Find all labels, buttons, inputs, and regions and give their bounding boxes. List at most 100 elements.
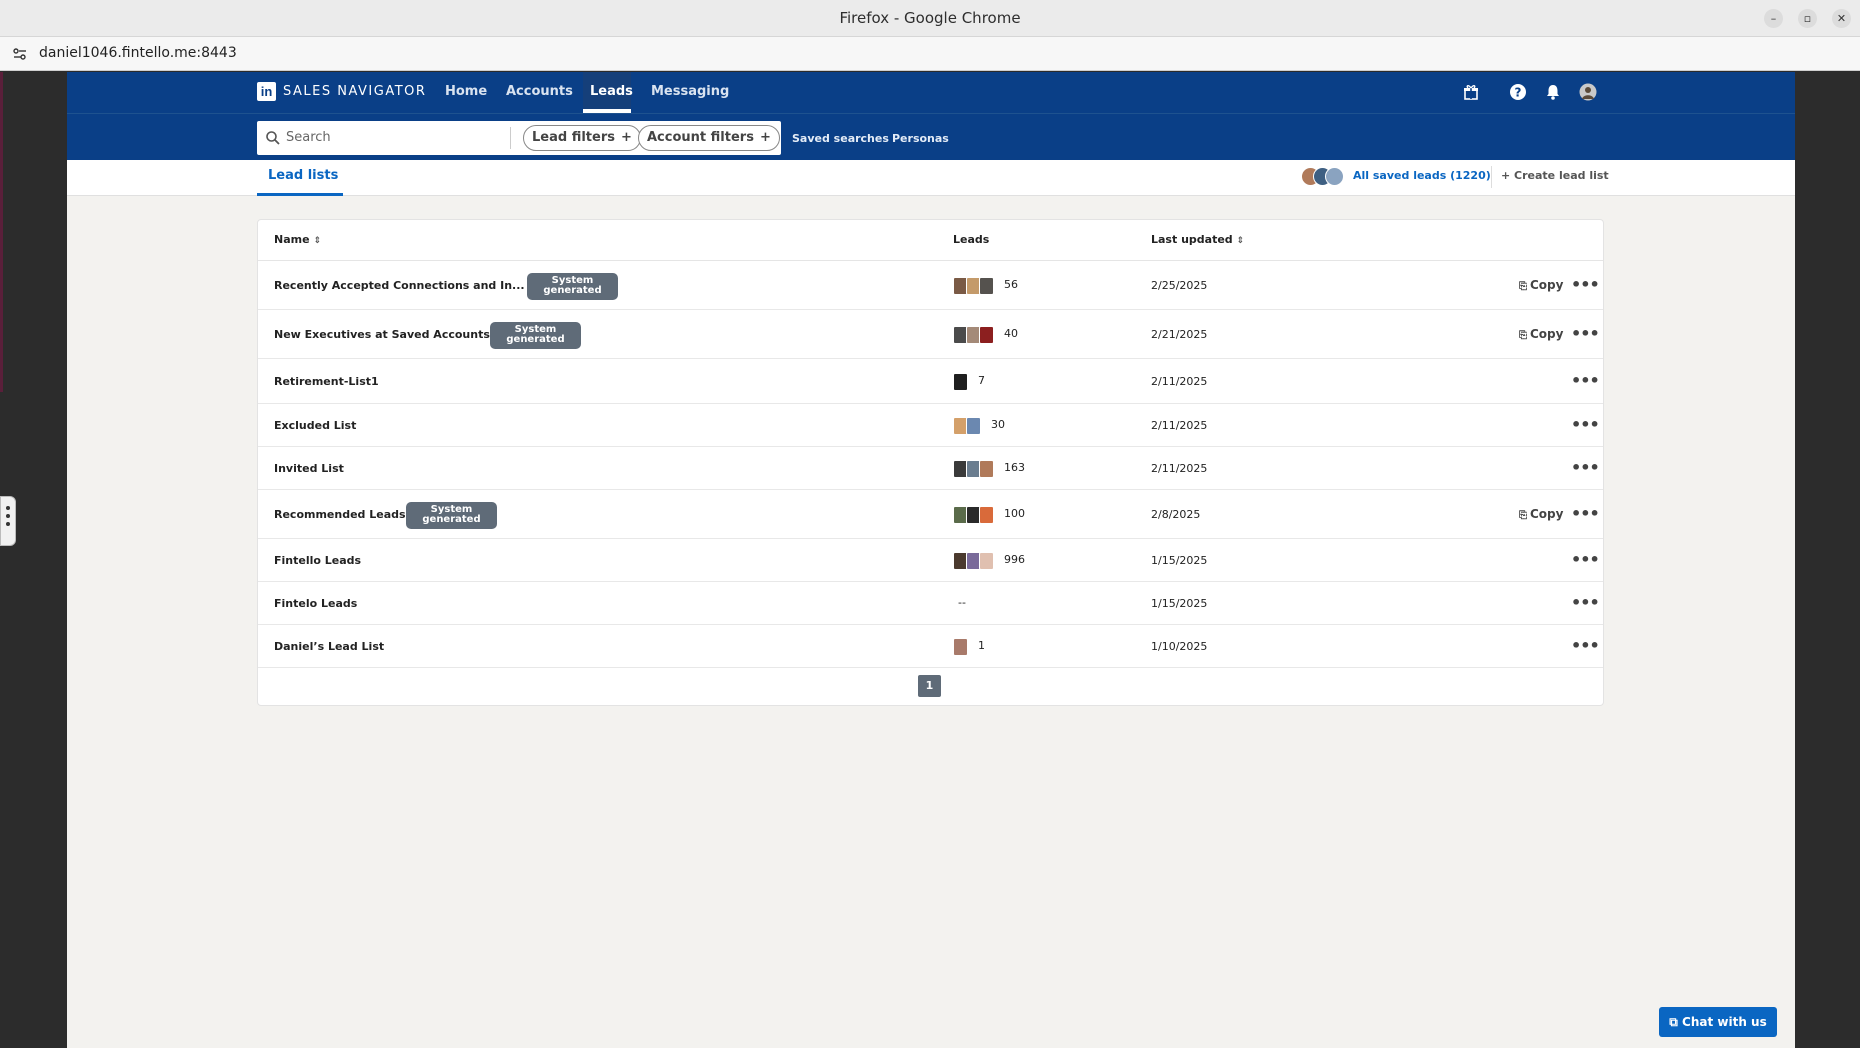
more-options-icon[interactable]: ••• bbox=[1571, 593, 1600, 612]
saved-searches-link[interactable]: Saved searches bbox=[792, 132, 889, 145]
plus-icon: + bbox=[620, 130, 632, 145]
desktop-right bbox=[1795, 72, 1860, 1048]
minimize-icon[interactable]: – bbox=[1764, 9, 1783, 28]
close-icon[interactable]: ✕ bbox=[1832, 9, 1851, 28]
account-filters-button[interactable]: Account filters + bbox=[638, 125, 780, 151]
top-nav: in SALES NAVIGATOR Home Accounts Leads M… bbox=[67, 72, 1795, 113]
last-updated-date: 1/10/2025 bbox=[1151, 639, 1208, 653]
copy-button[interactable]: ⎘ Copy bbox=[1519, 507, 1563, 521]
plus-icon: + bbox=[759, 130, 771, 145]
lead-list-name-link[interactable]: New Executives at Saved Accounts bbox=[274, 328, 490, 341]
last-updated-date: 2/25/2025 bbox=[1151, 278, 1208, 292]
lead-count: 40 bbox=[1004, 326, 1018, 340]
lead-count: 56 bbox=[1004, 277, 1018, 291]
nav-accounts[interactable]: Accounts bbox=[506, 84, 573, 99]
search-input[interactable]: Search Lead filters + Account filters + bbox=[257, 121, 781, 155]
column-leads-header: Leads bbox=[953, 233, 990, 246]
table-row[interactable]: Invited List 163 2/11/2025 ••• bbox=[258, 447, 1603, 490]
more-options-icon[interactable]: ••• bbox=[1571, 371, 1600, 390]
lead-count: 996 bbox=[1004, 552, 1025, 566]
tab-lead-lists[interactable]: Lead lists bbox=[268, 168, 338, 183]
copy-icon: ⎘ bbox=[1519, 329, 1527, 341]
column-name-header[interactable]: Name ⇕ bbox=[274, 233, 321, 246]
site-settings-icon[interactable] bbox=[12, 46, 28, 62]
sidebar-handle[interactable] bbox=[0, 496, 16, 546]
nav-home[interactable]: Home bbox=[445, 84, 487, 99]
brand-name: SALES NAVIGATOR bbox=[283, 84, 427, 99]
nav-leads[interactable]: Leads bbox=[590, 84, 633, 99]
table-row[interactable]: Recommended Leads System generated 100 2/8/2… bbox=[258, 490, 1603, 539]
lead-list-name-link[interactable]: Recently Accepted Connections and In... bbox=[274, 279, 525, 292]
table-row[interactable]: Fintelo Leads -- 1/15/2025 ••• bbox=[258, 582, 1603, 625]
lead-filters-label: Lead filters bbox=[532, 130, 615, 145]
more-options-icon[interactable]: ••• bbox=[1571, 415, 1600, 434]
pagination-page-1[interactable]: 1 bbox=[918, 675, 941, 697]
lead-list-name-link[interactable]: Excluded List bbox=[274, 419, 356, 432]
badge-line-2: generated bbox=[506, 334, 565, 345]
more-options-icon[interactable]: ••• bbox=[1571, 636, 1600, 655]
table-row[interactable]: Recently Accepted Connections and In... S… bbox=[258, 261, 1603, 310]
help-icon[interactable]: ? bbox=[1509, 83, 1527, 101]
table-row[interactable]: Retirement-List1 7 2/11/2025 ••• bbox=[258, 359, 1603, 404]
lead-list-name-link[interactable]: Invited List bbox=[274, 462, 344, 475]
lead-count: -- bbox=[958, 595, 966, 609]
table-row[interactable]: Daniel’s Lead List 1 1/10/2025 ••• bbox=[258, 625, 1603, 668]
column-last-updated-header[interactable]: Last updated ⇕ bbox=[1151, 233, 1244, 246]
profile-avatar-icon[interactable] bbox=[1579, 83, 1597, 101]
more-options-icon[interactable]: ••• bbox=[1571, 504, 1600, 523]
lead-avatars bbox=[953, 505, 994, 524]
create-lead-list-button[interactable]: + Create lead list bbox=[1501, 169, 1609, 182]
url-text[interactable]: daniel1046.fintello.me:8443 bbox=[39, 45, 237, 61]
lead-lists-table: Name ⇕ Leads Last updated ⇕ Recently Accep… bbox=[257, 219, 1604, 706]
column-last-updated-label: Last updated bbox=[1151, 233, 1233, 246]
lead-filters-button[interactable]: Lead filters + bbox=[523, 125, 641, 151]
table-row[interactable]: Excluded List 30 2/11/2025 ••• bbox=[258, 404, 1603, 447]
copy-button[interactable]: ⎘ Copy bbox=[1519, 278, 1563, 292]
more-options-icon[interactable]: ••• bbox=[1571, 275, 1600, 294]
search-divider bbox=[510, 127, 511, 149]
sales-navigator-app: in SALES NAVIGATOR Home Accounts Leads M… bbox=[67, 72, 1795, 1048]
address-bar[interactable]: daniel1046.fintello.me:8443 bbox=[0, 37, 1860, 71]
all-saved-leads-link[interactable]: All saved leads (1220) bbox=[1353, 169, 1491, 182]
restore-icon[interactable]: ▫ bbox=[1798, 9, 1817, 28]
copy-button[interactable]: ⎘ Copy bbox=[1519, 327, 1563, 341]
search-icon bbox=[266, 131, 280, 145]
search-placeholder: Search bbox=[286, 130, 331, 145]
chat-with-us-button[interactable]: ⧉ Chat with us bbox=[1659, 1007, 1777, 1037]
badge-line-2: generated bbox=[543, 285, 602, 296]
sort-icon: ⇕ bbox=[313, 236, 322, 246]
table-row[interactable]: New Executives at Saved Accounts System ge… bbox=[258, 310, 1603, 359]
account-filters-label: Account filters bbox=[647, 130, 754, 145]
avatar bbox=[953, 637, 968, 656]
search-row: Search Lead filters + Account filters + Sa… bbox=[67, 113, 1795, 160]
copy-label: Copy bbox=[1530, 506, 1564, 521]
avatar bbox=[953, 372, 968, 391]
lead-list-name-link[interactable]: Daniel’s Lead List bbox=[274, 640, 384, 653]
personas-link[interactable]: Personas bbox=[892, 132, 949, 145]
lead-list-name-link[interactable]: Fintelo Leads bbox=[274, 597, 357, 610]
notifications-bell-icon[interactable] bbox=[1544, 83, 1562, 101]
more-options-icon[interactable]: ••• bbox=[1571, 550, 1600, 569]
avatar bbox=[979, 551, 994, 570]
lead-list-name-link[interactable]: Retirement-List1 bbox=[274, 375, 379, 388]
desktop-accent bbox=[0, 72, 3, 392]
nav-messaging[interactable]: Messaging bbox=[651, 84, 729, 99]
more-options-icon[interactable]: ••• bbox=[1571, 324, 1600, 343]
lead-list-name-link[interactable]: Fintello Leads bbox=[274, 554, 361, 567]
lead-avatars bbox=[953, 551, 994, 570]
copy-icon: ⎘ bbox=[1519, 509, 1527, 521]
brand[interactable]: in SALES NAVIGATOR bbox=[257, 82, 426, 101]
header-divider bbox=[1491, 166, 1492, 188]
linkedin-logo-icon: in bbox=[257, 82, 276, 101]
gift-icon[interactable] bbox=[1462, 83, 1480, 101]
last-updated-date: 2/11/2025 bbox=[1151, 461, 1208, 475]
last-updated-date: 2/11/2025 bbox=[1151, 418, 1208, 432]
copy-label: Copy bbox=[1530, 326, 1564, 341]
lead-avatars bbox=[953, 325, 994, 344]
lead-list-name-link[interactable]: Recommended Leads bbox=[274, 508, 406, 521]
last-updated-date: 1/15/2025 bbox=[1151, 553, 1208, 567]
more-options-icon[interactable]: ••• bbox=[1571, 458, 1600, 477]
lead-lists-header: Lead lists All saved leads (1220) + Crea… bbox=[67, 160, 1795, 196]
table-row[interactable]: Fintello Leads 996 1/15/2025 ••• bbox=[258, 539, 1603, 582]
window-title: Firefox - Google Chrome bbox=[839, 9, 1021, 27]
